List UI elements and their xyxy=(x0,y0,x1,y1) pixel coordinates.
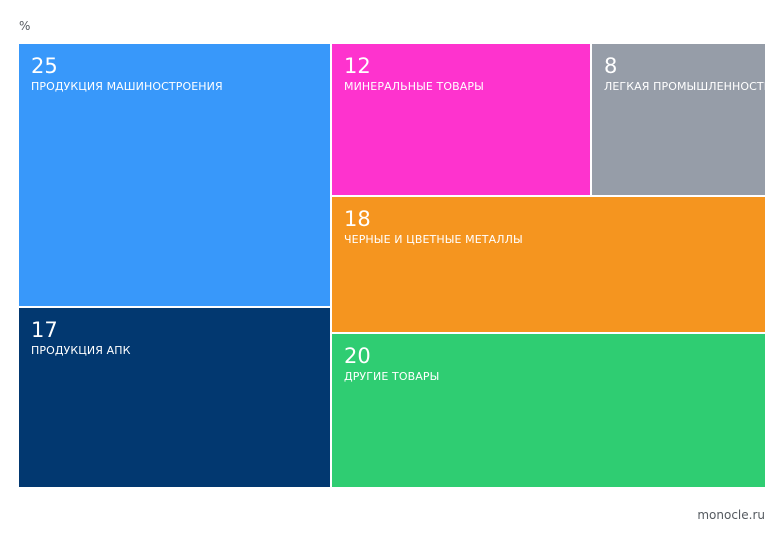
treemap-tile: 12 МИНЕРАЛЬНЫЕ ТОВАРЫ xyxy=(332,44,590,195)
tile-value: 17 xyxy=(31,318,58,342)
treemap-tile: 20 ДРУГИЕ ТОВАРЫ xyxy=(332,334,765,487)
tile-label: ПРОДУКЦИЯ МАШИНОСТРОЕНИЯ xyxy=(31,80,223,93)
tile-label: ЛЕГКАЯ ПРОМЫШЛЕННОСТЬ xyxy=(604,80,765,93)
treemap-tile: 18 ЧЕРНЫЕ И ЦВЕТНЫЕ МЕТАЛЛЫ xyxy=(332,197,765,332)
treemap-tile: 17 ПРОДУКЦИЯ АПК xyxy=(19,308,330,487)
tile-label: ПРОДУКЦИЯ АПК xyxy=(31,344,131,357)
tile-label: МИНЕРАЛЬНЫЕ ТОВАРЫ xyxy=(344,80,484,93)
tile-label: ДРУГИЕ ТОВАРЫ xyxy=(344,370,440,383)
tile-value: 25 xyxy=(31,54,58,78)
treemap-chart: 25 ПРОДУКЦИЯ МАШИНОСТРОЕНИЯ 17 ПРОДУКЦИЯ АП… xyxy=(19,44,765,487)
tile-value: 8 xyxy=(604,54,618,78)
treemap-tile: 8 ЛЕГКАЯ ПРОМЫШЛЕННОСТЬ xyxy=(592,44,765,195)
tile-value: 18 xyxy=(344,207,371,231)
treemap-tile: 25 ПРОДУКЦИЯ МАШИНОСТРОЕНИЯ xyxy=(19,44,330,306)
source-label: monocle.ru xyxy=(697,508,765,522)
tile-value: 12 xyxy=(344,54,371,78)
unit-label: % xyxy=(19,19,31,33)
tile-label: ЧЕРНЫЕ И ЦВЕТНЫЕ МЕТАЛЛЫ xyxy=(344,233,523,246)
tile-value: 20 xyxy=(344,344,371,368)
